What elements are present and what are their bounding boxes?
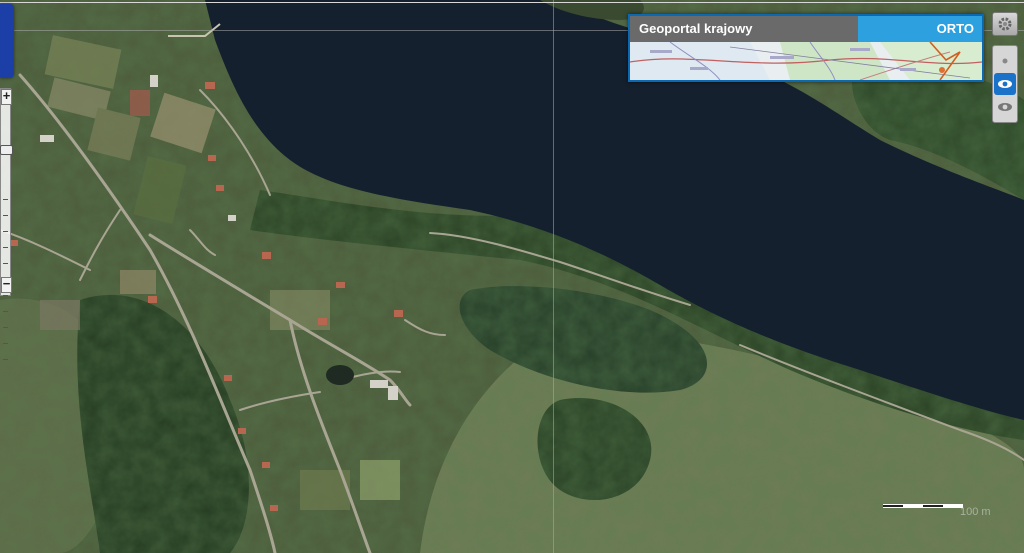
side-panel-toggle[interactable] — [0, 4, 14, 78]
eye-icon — [998, 103, 1012, 111]
layer-hidden-button[interactable] — [994, 96, 1016, 118]
location-marker-icon — [939, 67, 945, 73]
orthophoto-layer — [0, 0, 1024, 553]
layer-switcher[interactable]: Geoportal krajowy ORTO — [628, 14, 984, 82]
zoom-out-button[interactable]: − — [1, 277, 12, 293]
settings-button[interactable] — [992, 12, 1018, 36]
scale-bar — [883, 497, 963, 508]
dot-icon — [1002, 58, 1008, 64]
scale-label: 100 m — [960, 506, 991, 518]
zoom-in-button[interactable]: + — [1, 89, 12, 105]
zoom-handle[interactable] — [0, 145, 13, 155]
eye-icon — [998, 80, 1012, 88]
active-layer-label[interactable]: ORTO — [858, 16, 982, 42]
basemap-thumbnail[interactable] — [630, 42, 982, 80]
gear-icon — [998, 17, 1012, 31]
pond — [326, 365, 354, 385]
layer-visible-button[interactable] — [994, 73, 1016, 95]
layer-dot-button[interactable] — [994, 50, 1016, 72]
map-canvas[interactable] — [0, 0, 1024, 553]
tile-boundary — [553, 0, 554, 553]
top-border — [0, 2, 1024, 3]
zoom-slider[interactable]: + − — [0, 88, 13, 360]
visibility-panel — [992, 45, 1018, 123]
scale-bar-graphic — [883, 504, 963, 508]
layer-switcher-title: Geoportal krajowy — [630, 16, 858, 42]
